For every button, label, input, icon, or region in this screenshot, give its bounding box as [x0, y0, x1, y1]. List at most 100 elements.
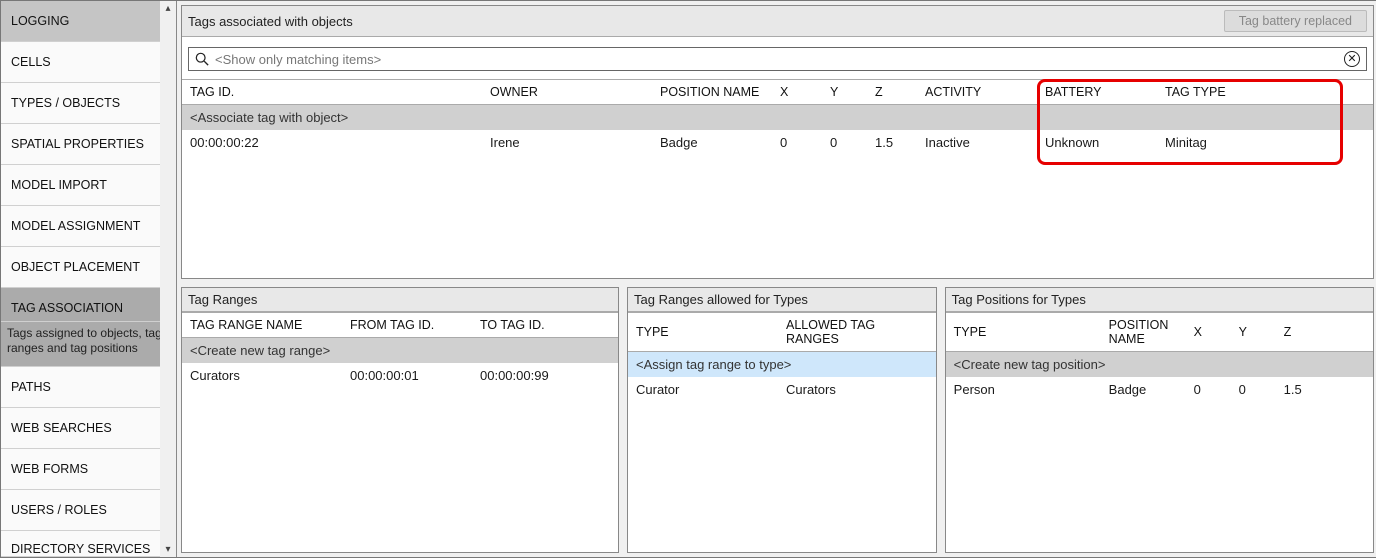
cell-ranges: Curators	[786, 382, 926, 397]
search-input[interactable]: <Show only matching items> ✕	[188, 47, 1367, 71]
table-row[interactable]: Curator Curators	[628, 377, 936, 403]
allowed-table: TYPE ALLOWED TAG RANGES <Assign tag rang…	[628, 312, 936, 552]
table-header: TYPE POSITION NAME X Y Z	[946, 312, 1373, 352]
cell-battery: Unknown	[1045, 135, 1165, 150]
cell-tag-id: 00:00:00:22	[190, 135, 490, 150]
col-x[interactable]: X	[780, 85, 830, 99]
cell-position: Badge	[660, 135, 780, 150]
panel-header: Tags associated with objects Tag battery…	[182, 6, 1373, 37]
cell-z: 1.5	[1284, 382, 1329, 397]
placeholder-text: <Associate tag with object>	[190, 110, 1365, 125]
col-tag-range-name[interactable]: TAG RANGE NAME	[190, 318, 350, 332]
placeholder-text: <Create new tag range>	[190, 343, 610, 358]
table-header: TYPE ALLOWED TAG RANGES	[628, 312, 936, 352]
col-to-tag-id[interactable]: TO TAG ID.	[480, 318, 610, 332]
sidebar-item-label: OBJECT PLACEMENT	[11, 260, 140, 274]
col-allowed-ranges[interactable]: ALLOWED TAG RANGES	[786, 318, 926, 346]
panel-header: Tag Positions for Types	[946, 288, 1373, 312]
sidebar-item-label: WEB FORMS	[11, 462, 88, 476]
table-header: TAG ID. OWNER POSITION NAME X Y Z ACTIVI…	[182, 79, 1373, 105]
sidebar-item-users-roles[interactable]: USERS / ROLES	[1, 490, 176, 531]
scroll-up-icon[interactable]: ▴	[165, 1, 170, 16]
sidebar-item-cells[interactable]: CELLS	[1, 42, 176, 83]
col-x[interactable]: X	[1194, 325, 1239, 339]
col-owner[interactable]: OWNER	[490, 85, 660, 99]
panel-header: Tag Ranges	[182, 288, 618, 312]
sidebar-item-label: DIRECTORY SERVICES	[11, 542, 150, 556]
sidebar-item-label: PATHS	[11, 380, 51, 394]
col-battery[interactable]: BATTERY	[1045, 85, 1165, 99]
sidebar-scrollbar[interactable]: ▴ ▾	[160, 1, 176, 557]
cell-z: 1.5	[875, 135, 925, 150]
panel-header: Tag Ranges allowed for Types	[628, 288, 936, 312]
tags-table: TAG ID. OWNER POSITION NAME X Y Z ACTIVI…	[182, 79, 1373, 278]
create-tag-position-placeholder[interactable]: <Create new tag position>	[946, 352, 1373, 377]
create-tag-range-placeholder[interactable]: <Create new tag range>	[182, 338, 618, 363]
sidebar-item-model-import[interactable]: MODEL IMPORT	[1, 165, 176, 206]
sidebar-item-label: SPATIAL PROPERTIES	[11, 137, 144, 151]
sidebar-item-model-assignment[interactable]: MODEL ASSIGNMENT	[1, 206, 176, 247]
sidebar-item-paths[interactable]: PATHS	[1, 367, 176, 408]
col-tag-type[interactable]: TAG TYPE	[1165, 85, 1365, 99]
col-type[interactable]: TYPE	[636, 325, 786, 339]
sidebar-item-label: CELLS	[11, 55, 51, 69]
clear-search-icon[interactable]: ✕	[1344, 51, 1360, 67]
sidebar-item-web-forms[interactable]: WEB FORMS	[1, 449, 176, 490]
col-position-name[interactable]: POSITION NAME	[660, 85, 780, 99]
table-row[interactable]: 00:00:00:22 Irene Badge 0 0 1.5 Inactive…	[182, 130, 1373, 156]
cell-to-tag: 00:00:00:99	[480, 368, 610, 383]
cell-x: 0	[1194, 382, 1239, 397]
assign-tag-range-placeholder[interactable]: <Assign tag range to type>	[628, 352, 936, 377]
cell-owner: Irene	[490, 135, 660, 150]
tag-ranges-allowed-panel: Tag Ranges allowed for Types TYPE ALLOWE…	[627, 287, 937, 553]
col-tag-id[interactable]: TAG ID.	[190, 85, 490, 99]
main-content: Tags associated with objects Tag battery…	[177, 1, 1376, 557]
sidebar-item-label: MODEL IMPORT	[11, 178, 107, 192]
sidebar-item-logging[interactable]: LOGGING	[1, 1, 176, 42]
cell-type: Curator	[636, 382, 786, 397]
sidebar-item-label: TAG ASSOCIATION	[11, 301, 123, 315]
panel-title: Tag Ranges allowed for Types	[634, 292, 808, 307]
sidebar: LOGGING CELLS TYPES / OBJECTS SPATIAL PR…	[1, 1, 177, 557]
sidebar-item-web-searches[interactable]: WEB SEARCHES	[1, 408, 176, 449]
col-z[interactable]: Z	[1284, 325, 1329, 339]
sidebar-item-directory-services[interactable]: DIRECTORY SERVICES	[1, 531, 176, 557]
cell-tag-type: Minitag	[1165, 135, 1365, 150]
placeholder-text: <Create new tag position>	[954, 357, 1329, 372]
tag-ranges-table: TAG RANGE NAME FROM TAG ID. TO TAG ID. <…	[182, 312, 618, 552]
app-root: LOGGING CELLS TYPES / OBJECTS SPATIAL PR…	[0, 0, 1376, 558]
col-y[interactable]: Y	[830, 85, 875, 99]
sidebar-item-types-objects[interactable]: TYPES / OBJECTS	[1, 83, 176, 124]
scroll-down-icon[interactable]: ▾	[165, 542, 170, 557]
panel-title: Tag Positions for Types	[952, 292, 1086, 307]
bottom-panels: Tag Ranges TAG RANGE NAME FROM TAG ID. T…	[177, 283, 1376, 557]
col-y[interactable]: Y	[1239, 325, 1284, 339]
col-from-tag-id[interactable]: FROM TAG ID.	[350, 318, 480, 332]
col-type[interactable]: TYPE	[954, 325, 1109, 339]
sidebar-item-label: LOGGING	[11, 14, 69, 28]
placeholder-text: <Assign tag range to type>	[636, 357, 926, 372]
sidebar-item-label: WEB SEARCHES	[11, 421, 112, 435]
sidebar-item-object-placement[interactable]: OBJECT PLACEMENT	[1, 247, 176, 288]
sidebar-item-label: USERS / ROLES	[11, 503, 107, 517]
associate-tag-placeholder[interactable]: <Associate tag with object>	[182, 105, 1373, 130]
cell-position: Badge	[1109, 382, 1194, 397]
search-placeholder: <Show only matching items>	[215, 52, 1338, 67]
positions-table: TYPE POSITION NAME X Y Z <Create new tag…	[946, 312, 1373, 552]
sidebar-item-spatial-properties[interactable]: SPATIAL PROPERTIES	[1, 124, 176, 165]
sidebar-item-tag-association[interactable]: TAG ASSOCIATION	[1, 288, 176, 322]
cell-range-name: Curators	[190, 368, 350, 383]
tag-ranges-panel: Tag Ranges TAG RANGE NAME FROM TAG ID. T…	[181, 287, 619, 553]
table-header: TAG RANGE NAME FROM TAG ID. TO TAG ID.	[182, 312, 618, 338]
col-z[interactable]: Z	[875, 85, 925, 99]
table-row[interactable]: Curators 00:00:00:01 00:00:00:99	[182, 363, 618, 389]
panel-title: Tag Ranges	[188, 292, 257, 307]
tag-battery-replaced-button: Tag battery replaced	[1224, 10, 1367, 32]
col-activity[interactable]: ACTIVITY	[925, 85, 1045, 99]
sidebar-list: LOGGING CELLS TYPES / OBJECTS SPATIAL PR…	[1, 1, 176, 557]
col-position-name[interactable]: POSITION NAME	[1109, 318, 1194, 346]
table-row[interactable]: Person Badge 0 0 1.5	[946, 377, 1373, 403]
cell-from-tag: 00:00:00:01	[350, 368, 480, 383]
sidebar-item-label: MODEL ASSIGNMENT	[11, 219, 140, 233]
cell-y: 0	[1239, 382, 1284, 397]
